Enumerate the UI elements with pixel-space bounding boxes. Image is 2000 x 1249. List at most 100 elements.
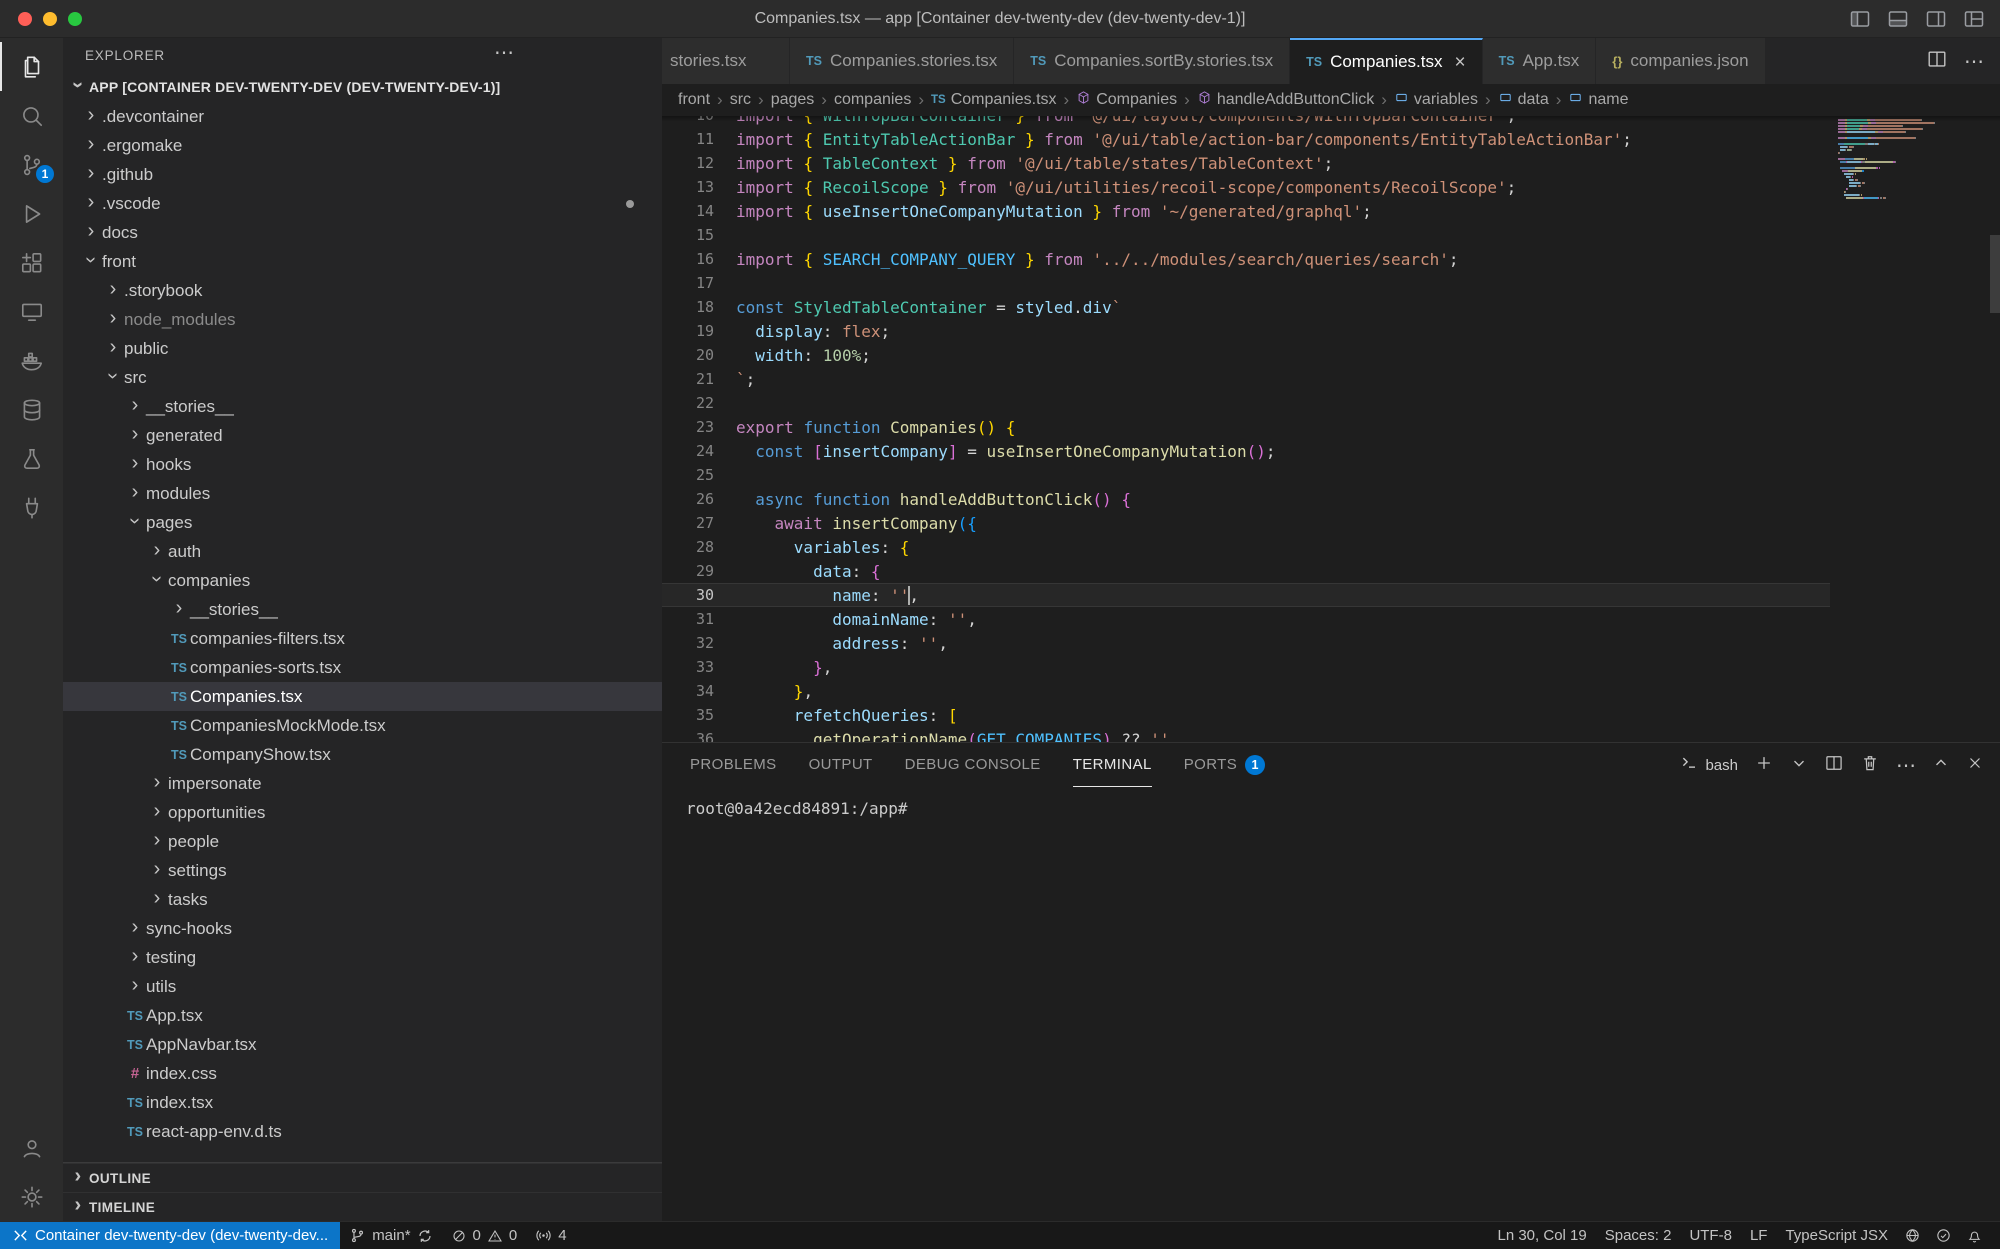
outline-section[interactable]: › OUTLINE (63, 1163, 662, 1192)
code-line-15[interactable]: 15 (662, 223, 1830, 247)
breadcrumb-item-companies[interactable]: companies (834, 91, 911, 109)
breadcrumb-item-front[interactable]: front (678, 91, 710, 109)
toggle-secondary-sidebar-icon[interactable] (1924, 7, 1948, 31)
ports-indicator[interactable]: 4 (526, 1222, 575, 1249)
code-line-26[interactable]: 26 async function handleAddButtonClick()… (662, 487, 1830, 511)
panel-tab-terminal[interactable]: TERMINAL (1073, 743, 1152, 787)
panel-tab-problems[interactable]: PROBLEMS (690, 743, 777, 787)
run-debug-icon[interactable] (0, 189, 63, 238)
panel-more-actions-icon[interactable]: ⋯ (1896, 753, 1916, 778)
close-window-button[interactable] (18, 12, 32, 26)
terminal[interactable]: root@0a42ecd84891:/app# (662, 787, 2000, 1221)
tab-stories-tsx[interactable]: stories.tsx (662, 38, 790, 84)
tree-item-storybook[interactable]: ›.storybook (63, 276, 662, 305)
search-icon[interactable] (0, 91, 63, 140)
tree-item-companies-sorts-tsx[interactable]: TScompanies-sorts.tsx (63, 653, 662, 682)
code-line-21[interactable]: 21`; (662, 367, 1830, 391)
maximize-panel-icon[interactable] (1932, 754, 1950, 777)
tree-item-hooks[interactable]: ›hooks (63, 450, 662, 479)
code-line-33[interactable]: 33 }, (662, 655, 1830, 679)
code-line-32[interactable]: 32 address: '', (662, 631, 1830, 655)
close-tab-icon[interactable]: × (1455, 53, 1466, 72)
tree-item-modules[interactable]: ›modules (63, 479, 662, 508)
panel-tab-debug-console[interactable]: DEBUG CONSOLE (905, 743, 1041, 787)
tree-item-stories[interactable]: ›__stories__ (63, 595, 662, 624)
toggle-panel-icon[interactable] (1886, 7, 1910, 31)
tree-item-generated[interactable]: ›generated (63, 421, 662, 450)
test-beaker-icon[interactable] (0, 434, 63, 483)
timeline-section[interactable]: › TIMELINE (63, 1192, 662, 1221)
tree-item-node-modules[interactable]: ›node_modules (63, 305, 662, 334)
notifications-bell-icon[interactable] (1959, 1222, 1990, 1249)
extensions-icon[interactable] (0, 238, 63, 287)
tree-item-devcontainer[interactable]: ›.devcontainer (63, 102, 662, 131)
database-icon[interactable] (0, 385, 63, 434)
code-line-13[interactable]: 13import { RecoilScope } from '@/ui/util… (662, 175, 1830, 199)
tree-item-react-app-env-d-ts[interactable]: TSreact-app-env.d.ts (63, 1117, 662, 1146)
tree-item-auth[interactable]: ›auth (63, 537, 662, 566)
code-line-17[interactable]: 17 (662, 271, 1830, 295)
indentation[interactable]: Spaces: 2 (1596, 1222, 1681, 1249)
code-line-12[interactable]: 12import { TableContext } from '@/ui/tab… (662, 151, 1830, 175)
breadcrumb-item-variables[interactable]: variables (1394, 90, 1478, 110)
settings-icon[interactable] (0, 1172, 63, 1221)
terminal-shell-selector[interactable]: bash (1680, 754, 1738, 776)
code-line-28[interactable]: 28 variables: { (662, 535, 1830, 559)
code-line-27[interactable]: 27 await insertCompany({ (662, 511, 1830, 535)
editor-scrollbar[interactable] (1990, 116, 2000, 742)
tree-item-front[interactable]: ›front (63, 247, 662, 276)
plug-icon[interactable] (0, 483, 63, 532)
tree-item-index-css[interactable]: #index.css (63, 1059, 662, 1088)
tab-companies-json[interactable]: {}companies.json (1596, 38, 1765, 84)
globe-icon[interactable] (1897, 1222, 1928, 1249)
explorer-icon[interactable] (0, 42, 63, 91)
minimap[interactable] (1838, 119, 1990, 200)
source-control-icon[interactable]: 1 (0, 140, 63, 189)
tree-item-appnavbar-tsx[interactable]: TSAppNavbar.tsx (63, 1030, 662, 1059)
terminal-dropdown-icon[interactable] (1790, 754, 1808, 777)
code-line-11[interactable]: 11import { EntityTableActionBar } from '… (662, 127, 1830, 151)
tree-item-index-tsx[interactable]: TSindex.tsx (63, 1088, 662, 1117)
tab-app-tsx[interactable]: TSApp.tsx (1483, 38, 1597, 84)
workspace-section-header[interactable]: › APP [CONTAINER DEV-TWENTY-DEV (DEV-TWE… (63, 72, 662, 102)
code-line-34[interactable]: 34 }, (662, 679, 1830, 703)
code-line-29[interactable]: 29 data: { (662, 559, 1830, 583)
code-line-35[interactable]: 35 refetchQueries: [ (662, 703, 1830, 727)
tree-item-pages[interactable]: ›pages (63, 508, 662, 537)
cursor-position[interactable]: Ln 30, Col 19 (1488, 1222, 1595, 1249)
tree-item-opportunities[interactable]: ›opportunities (63, 798, 662, 827)
tree-item-impersonate[interactable]: ›impersonate (63, 769, 662, 798)
code-line-36[interactable]: 36 getOperationName(GET_COMPANIES) ?? ''… (662, 727, 1830, 742)
tree-item-app-tsx[interactable]: TSApp.tsx (63, 1001, 662, 1030)
breadcrumb-item-companies[interactable]: Companies (1076, 90, 1177, 110)
scrollbar-thumb[interactable] (1990, 235, 2000, 313)
eol-sequence[interactable]: LF (1741, 1222, 1777, 1249)
remote-indicator[interactable]: Container dev-twenty-dev (dev-twenty-dev… (0, 1222, 340, 1249)
tree-item-docs[interactable]: ›docs (63, 218, 662, 247)
problems-indicator[interactable]: 0 0 (442, 1222, 527, 1249)
split-editor-icon[interactable] (1926, 48, 1948, 75)
explorer-more-actions-icon[interactable]: ⋯ (494, 38, 515, 72)
minimize-window-button[interactable] (43, 12, 57, 26)
sync-icon[interactable] (417, 1228, 433, 1244)
breadcrumb-item-pages[interactable]: pages (771, 91, 815, 109)
tree-item-tasks[interactable]: ›tasks (63, 885, 662, 914)
tree-item-companies-tsx[interactable]: TSCompanies.tsx (63, 682, 662, 711)
new-terminal-icon[interactable] (1754, 753, 1774, 778)
docker-icon[interactable] (0, 336, 63, 385)
breadcrumb-item-companies-tsx[interactable]: TSCompanies.tsx (931, 91, 1057, 109)
tree-item-utils[interactable]: ›utils (63, 972, 662, 1001)
panel-tab-ports[interactable]: PORTS1 (1184, 743, 1265, 787)
git-branch-indicator[interactable]: main* (340, 1222, 441, 1249)
code-line-30[interactable]: 30 name: '', (662, 583, 1830, 607)
code-line-14[interactable]: 14import { useInsertOneCompanyMutation }… (662, 199, 1830, 223)
tree-item-settings[interactable]: ›settings (63, 856, 662, 885)
code-line-23[interactable]: 23export function Companies() { (662, 415, 1830, 439)
tree-item-sync-hooks[interactable]: ›sync-hooks (63, 914, 662, 943)
tree-item-vscode[interactable]: ›.vscode (63, 189, 662, 218)
code-line-25[interactable]: 25 (662, 463, 1830, 487)
tree-item-companiesmockmode-tsx[interactable]: TSCompaniesMockMode.tsx (63, 711, 662, 740)
encoding[interactable]: UTF-8 (1680, 1222, 1741, 1249)
customize-layout-icon[interactable] (1962, 7, 1986, 31)
account-icon[interactable] (0, 1123, 63, 1172)
